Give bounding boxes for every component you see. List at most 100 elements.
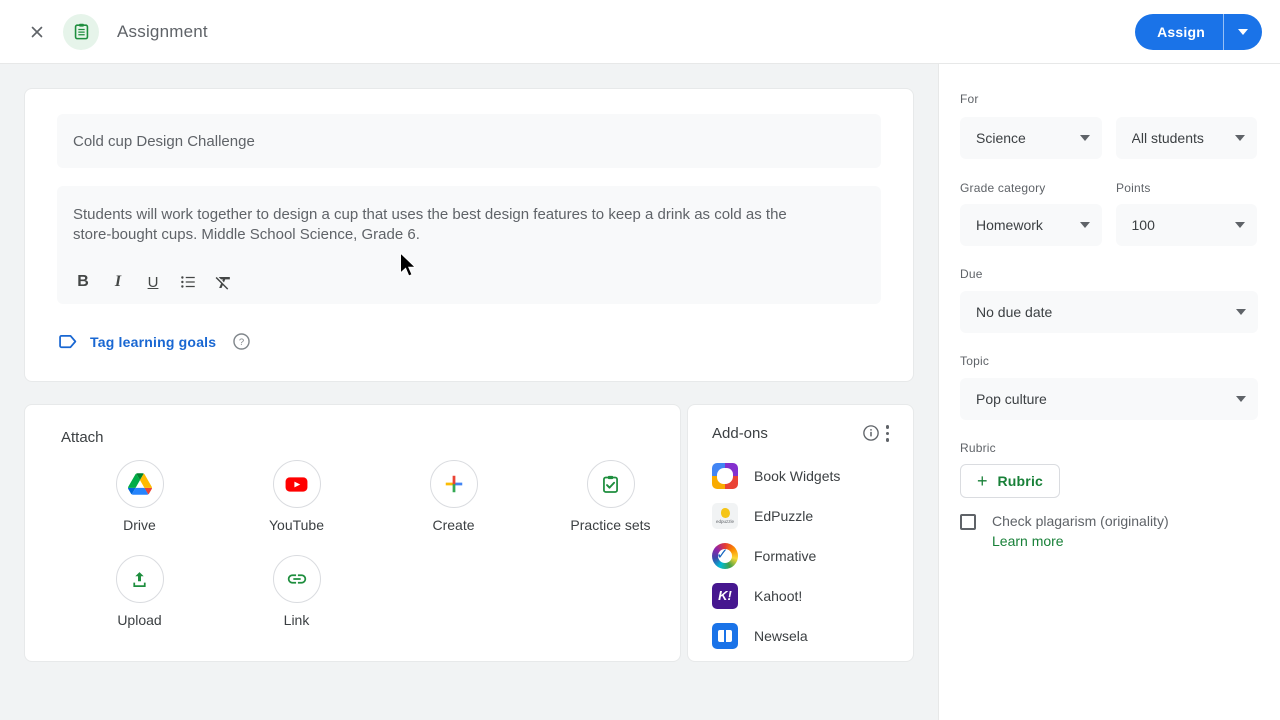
addon-newsela[interactable]: Newsela (712, 616, 895, 656)
clear-formatting-button[interactable] (213, 272, 233, 292)
rubric-button-label: Rubric (997, 473, 1044, 489)
plagiarism-row: Check plagarism (originality) Learn more (960, 513, 1257, 551)
grade-points-labels: Grade category Points (960, 181, 1257, 204)
addon-label: Kahoot! (754, 587, 803, 604)
italic-button[interactable]: I (108, 272, 128, 292)
class-select-value: Science (976, 130, 1026, 146)
settings-sidebar: For Science All students Grade category … (938, 64, 1280, 720)
due-select[interactable]: No due date (960, 291, 1258, 333)
title-input[interactable] (57, 114, 881, 168)
chevron-down-icon (1236, 396, 1246, 402)
clear-formatting-icon (215, 276, 230, 290)
bulleted-list-button[interactable] (178, 272, 198, 292)
students-select-value: All students (1131, 130, 1204, 146)
attach-upload-button[interactable]: Upload (61, 555, 218, 628)
chevron-down-icon (1235, 135, 1245, 141)
main-canvas: Students will work together to design a … (0, 64, 938, 720)
chevron-down-icon (1079, 135, 1090, 141)
add-rubric-button[interactable]: + Rubric (960, 464, 1060, 498)
addon-label: Formative (754, 547, 817, 564)
due-label: Due (960, 267, 983, 281)
plagiarism-text-block: Check plagarism (originality) Learn more (992, 513, 1169, 551)
grade-category-label: Grade category (960, 181, 1046, 195)
kahoot-icon-text: K! (718, 588, 732, 603)
book-widgets-icon (712, 462, 738, 489)
plagiarism-label: Check plagarism (originality) (992, 513, 1169, 529)
close-icon (31, 26, 43, 37)
addon-label: EdPuzzle (754, 507, 814, 524)
edpuzzle-icon-text: edpuzzle (715, 518, 734, 524)
chevron-down-icon (1236, 309, 1246, 315)
newsela-icon (712, 622, 738, 649)
tag-learning-goals-row: Tag learning goals ? (57, 331, 881, 352)
attach-create-button[interactable]: Create (375, 460, 532, 533)
plagiarism-checkbox[interactable] (960, 514, 976, 530)
assignment-editor: Assignment Assign Students will work tog… (0, 0, 1280, 720)
attach-addons-row: Attach Drive YouTube Create Practice set… (24, 404, 914, 662)
tag-learning-goals-button[interactable]: Tag learning goals (57, 331, 216, 352)
assign-button[interactable]: Assign (1135, 14, 1223, 50)
learn-more-link[interactable]: Learn more (992, 533, 1064, 549)
google-drive-icon (115, 460, 164, 508)
addon-label: Book Widgets (754, 467, 841, 484)
assignment-clipboard-icon (74, 23, 88, 40)
attach-link-button[interactable]: Link (218, 555, 375, 628)
addon-formative[interactable]: ✓ Formative (712, 536, 895, 576)
addon-kahoot[interactable]: K! Kahoot! (712, 576, 895, 616)
due-value: No due date (976, 304, 1053, 320)
grade-points-row: Homework 100 (960, 204, 1257, 246)
attach-upload-label: Upload (117, 612, 162, 628)
tag-learning-goals-label: Tag learning goals (90, 333, 217, 350)
assign-dropdown-button[interactable] (1224, 14, 1262, 50)
kahoot-icon: K! (712, 582, 738, 609)
for-row: Science All students (960, 117, 1257, 159)
addons-card: Add-ons Book Widgets edpuzzle EdPuzzle ✓… (687, 404, 914, 662)
addons-info-button[interactable] (862, 424, 880, 442)
chevron-down-icon (1238, 29, 1248, 35)
page-title: Assignment (117, 21, 208, 41)
topic-select[interactable]: Pop culture (960, 378, 1258, 420)
topbar: Assignment Assign (0, 0, 1280, 64)
attach-youtube-label: YouTube (268, 517, 324, 533)
help-button[interactable]: ? (232, 332, 251, 351)
assignment-form-card: Students will work together to design a … (24, 88, 914, 382)
youtube-icon (272, 460, 321, 508)
addons-list: Book Widgets edpuzzle EdPuzzle ✓ Formati… (712, 456, 895, 656)
class-select[interactable]: Science (960, 117, 1102, 159)
bold-button[interactable]: B (73, 272, 93, 292)
kebab-icon (885, 425, 889, 429)
formatting-toolbar: B I U (73, 272, 865, 292)
svg-text:?: ? (239, 337, 244, 348)
chevron-down-icon (1079, 222, 1090, 228)
addon-edpuzzle[interactable]: edpuzzle EdPuzzle (712, 496, 895, 536)
edpuzzle-icon: edpuzzle (712, 502, 738, 529)
help-icon: ? (233, 333, 250, 350)
close-button[interactable] (17, 12, 57, 52)
addons-header: Add-ons (712, 423, 895, 444)
underline-button[interactable]: U (143, 272, 163, 292)
attach-drive-button[interactable]: Drive (61, 460, 218, 533)
addons-overflow-menu-button[interactable] (880, 423, 896, 444)
tag-icon (59, 334, 77, 349)
attach-practice-sets-button[interactable]: Practice sets (532, 460, 689, 533)
rubric-label: Rubric (960, 441, 996, 455)
attach-header: Attach (61, 429, 104, 446)
create-plus-icon (429, 460, 478, 508)
grade-category-select[interactable]: Homework (960, 204, 1102, 246)
students-select[interactable]: All students (1115, 117, 1257, 159)
description-field[interactable]: Students will work together to design a … (57, 186, 881, 304)
grade-category-value: Homework (976, 217, 1043, 233)
points-select[interactable]: 100 (1115, 204, 1257, 246)
chevron-down-icon (1235, 222, 1245, 228)
attach-create-label: Create (432, 517, 475, 533)
addon-label: Newsela (754, 627, 808, 644)
addons-title: Add-ons (712, 424, 768, 442)
description-text: Students will work together to design a … (73, 206, 787, 243)
topic-label: Topic (960, 354, 990, 368)
for-label: For (960, 92, 979, 106)
assignment-type-badge (63, 13, 99, 50)
attach-link-label: Link (283, 612, 310, 628)
bulleted-list-icon (181, 276, 195, 288)
addon-book-widgets[interactable]: Book Widgets (712, 456, 895, 496)
attach-youtube-button[interactable]: YouTube (218, 460, 375, 533)
